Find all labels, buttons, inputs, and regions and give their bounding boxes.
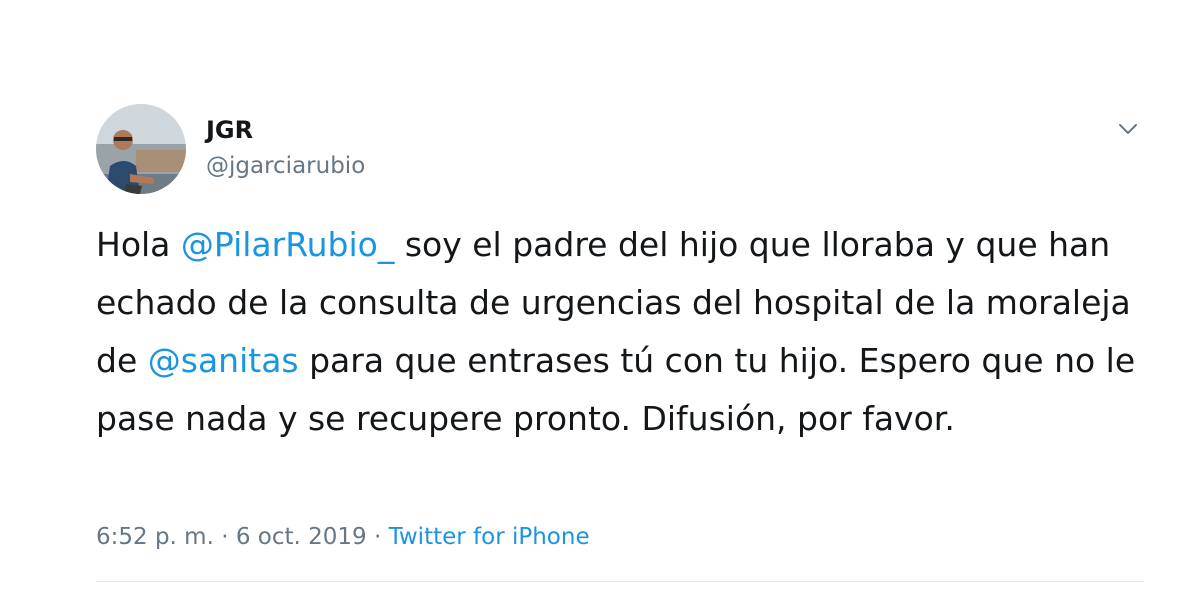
mention-link-pilarrubio[interactable]: @PilarRubio_: [181, 225, 394, 264]
tweet-time[interactable]: 6:52 p. m.: [96, 524, 214, 550]
chevron-down-icon: [1119, 124, 1137, 134]
avatar-photo: [96, 104, 186, 194]
divider: [96, 581, 1144, 582]
mention-link-sanitas[interactable]: @sanitas: [148, 341, 299, 380]
tweet-card: JGR @jgarciarubio Hola @PilarRubio_ soy …: [96, 100, 1144, 600]
display-name[interactable]: JGR: [206, 115, 365, 145]
tweet-source-link[interactable]: Twitter for iPhone: [389, 524, 590, 550]
avatar[interactable]: [96, 104, 186, 194]
more-menu-button[interactable]: [1112, 120, 1144, 140]
meta-separator: ·: [366, 524, 389, 550]
tweet-header: JGR @jgarciarubio: [96, 100, 1144, 200]
tweet-meta: 6:52 p. m. · 6 oct. 2019 · Twitter for i…: [96, 520, 590, 554]
tweet-date[interactable]: 6 oct. 2019: [236, 524, 367, 550]
tweet-text: Hola @PilarRubio_ soy el padre del hijo …: [96, 216, 1144, 448]
meta-separator: ·: [213, 524, 236, 550]
user-handle[interactable]: @jgarciarubio: [206, 151, 365, 181]
tweet-text-segment: Hola: [96, 225, 181, 264]
user-names: JGR @jgarciarubio: [206, 115, 365, 181]
